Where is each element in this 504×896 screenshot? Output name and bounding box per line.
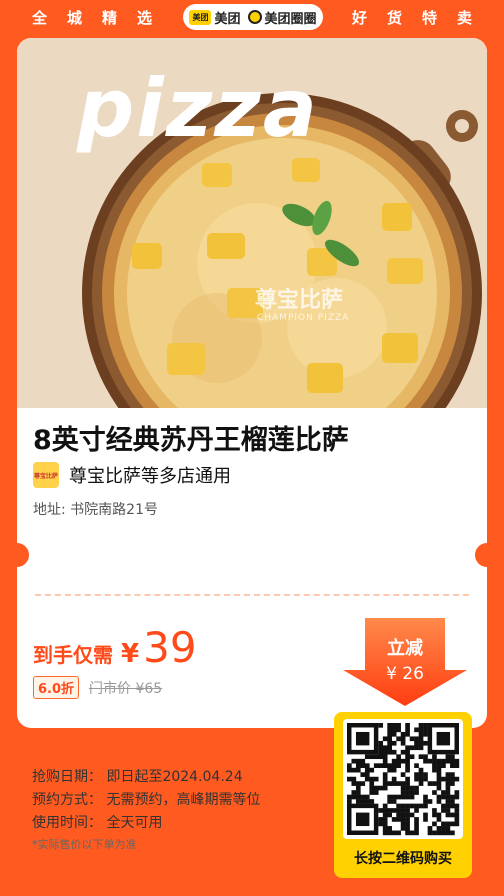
discount-badge: 6.0折: [33, 676, 80, 699]
store-logo: 尊宝比萨: [33, 462, 59, 488]
product-title: 8英寸经典苏丹王榴莲比萨: [33, 425, 349, 456]
brand-watermark-sub: CHAMPION PIZZA: [257, 313, 350, 323]
reservation-method: 预约方式： 无需预约，高峰期需等位: [32, 792, 261, 808]
top-banner: 全城精选 美团 美团 美团圈圈 好货特卖: [0, 0, 504, 34]
price-label: 到手仅需: [33, 643, 113, 667]
hero-pizza-text: pizza: [77, 62, 319, 155]
store-address: 地址: 书院南路21号: [33, 502, 158, 518]
ticket-notch-right: [475, 543, 499, 567]
savings-arrow-icon: [343, 618, 467, 706]
qr-code[interactable]: [343, 719, 463, 839]
usage-time: 使用时间： 全天可用: [32, 815, 163, 831]
original-price: 门市价 ¥65: [89, 680, 163, 697]
product-image: pizza 尊宝比萨 CHAMPION PIZZA: [17, 38, 487, 408]
qr-label: 长按二维码购买: [354, 851, 452, 867]
savings-label: 立减: [387, 638, 423, 659]
qr-code-panel[interactable]: 长按二维码购买: [334, 712, 472, 878]
brand-watermark: 尊宝比萨: [255, 288, 344, 313]
store-row[interactable]: 尊宝比萨 尊宝比萨等多店通用: [33, 462, 231, 488]
qr-code-icon: [347, 723, 460, 836]
discount-row: 6.0折 门市价 ¥65: [33, 676, 162, 699]
slogan-left: 全城精选: [32, 9, 173, 27]
brand-pill: 美团 美团 美团圈圈: [183, 4, 323, 30]
price-currency: ¥: [121, 639, 140, 669]
purchase-date: 抢购日期： 即日起至2024.04.24: [32, 769, 243, 785]
price-value: 39: [143, 623, 197, 672]
quanquan-logo-icon: [247, 10, 262, 24]
savings-amount: ¥ 26: [386, 664, 424, 684]
brand-name-meituan: 美团: [214, 11, 241, 27]
price-note: *实际售价以下单为准: [32, 838, 137, 851]
meituan-logo-icon: 美团: [189, 9, 212, 25]
brand-name-quanquan: 美团圈圈: [264, 11, 317, 27]
ticket-notch-left: [5, 543, 29, 567]
slogan-right: 好货特卖: [352, 9, 493, 27]
store-name: 尊宝比萨等多店通用: [69, 466, 231, 487]
price-row: 到手仅需 ¥ 39: [33, 623, 197, 672]
deal-info: 抢购日期： 即日起至2024.04.24 预约方式： 无需预约，高峰期需等位 使…: [32, 766, 260, 835]
ticket-divider: [35, 594, 469, 596]
